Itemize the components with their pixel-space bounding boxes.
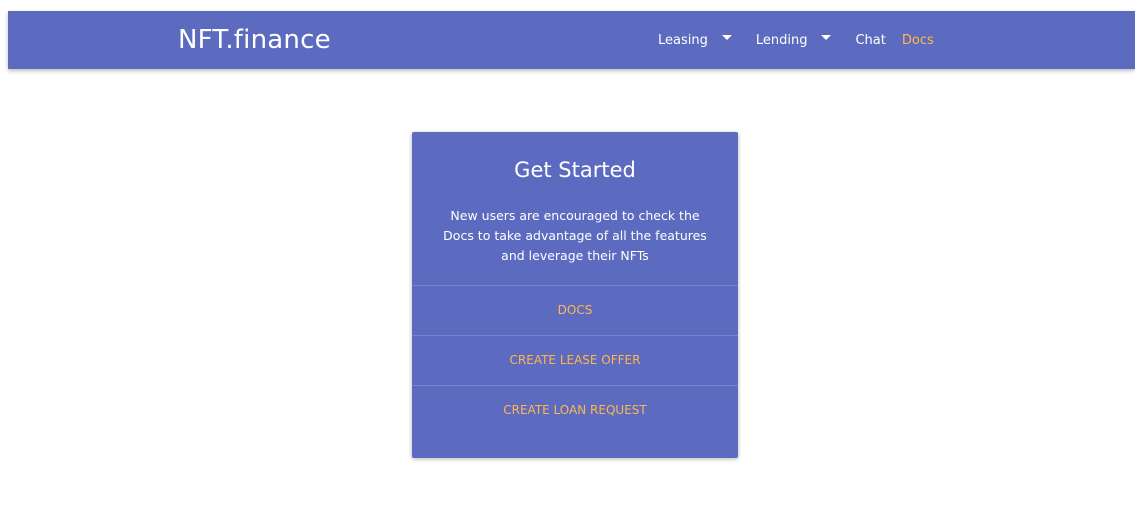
card-description: New users are encouraged to check the Do… [443,208,707,263]
nav-links: Leasing Lending Chat Docs [658,11,950,69]
nav-chat-link[interactable]: Chat [855,33,885,48]
card-content: Get Started New users are encouraged to … [412,132,738,285]
caret-down-icon [821,34,832,40]
top-navbar: NFT.finance Leasing Lending Chat Docs [8,11,1135,69]
create-loan-request-button[interactable]: CREATE LOAN REQUEST [412,385,738,435]
nav-docs-link[interactable]: Docs [902,33,934,48]
nav-lending-dropdown[interactable]: Lending [756,33,832,48]
brand-logo-link[interactable]: NFT.finance [178,11,331,69]
nav-leasing-dropdown[interactable]: Leasing [658,33,732,48]
nav-chat-label: Chat [855,32,886,48]
get-started-card: Get Started New users are encouraged to … [412,132,738,458]
create-lease-offer-button[interactable]: CREATE LEASE OFFER [412,335,738,385]
card-title: Get Started [514,158,636,182]
nav-docs-label: Docs [901,32,934,48]
docs-button[interactable]: DOCS [412,285,738,335]
nav-lending-label: Lending [755,32,808,48]
caret-down-icon [721,34,732,40]
nav-leasing-label: Leasing [658,32,708,48]
